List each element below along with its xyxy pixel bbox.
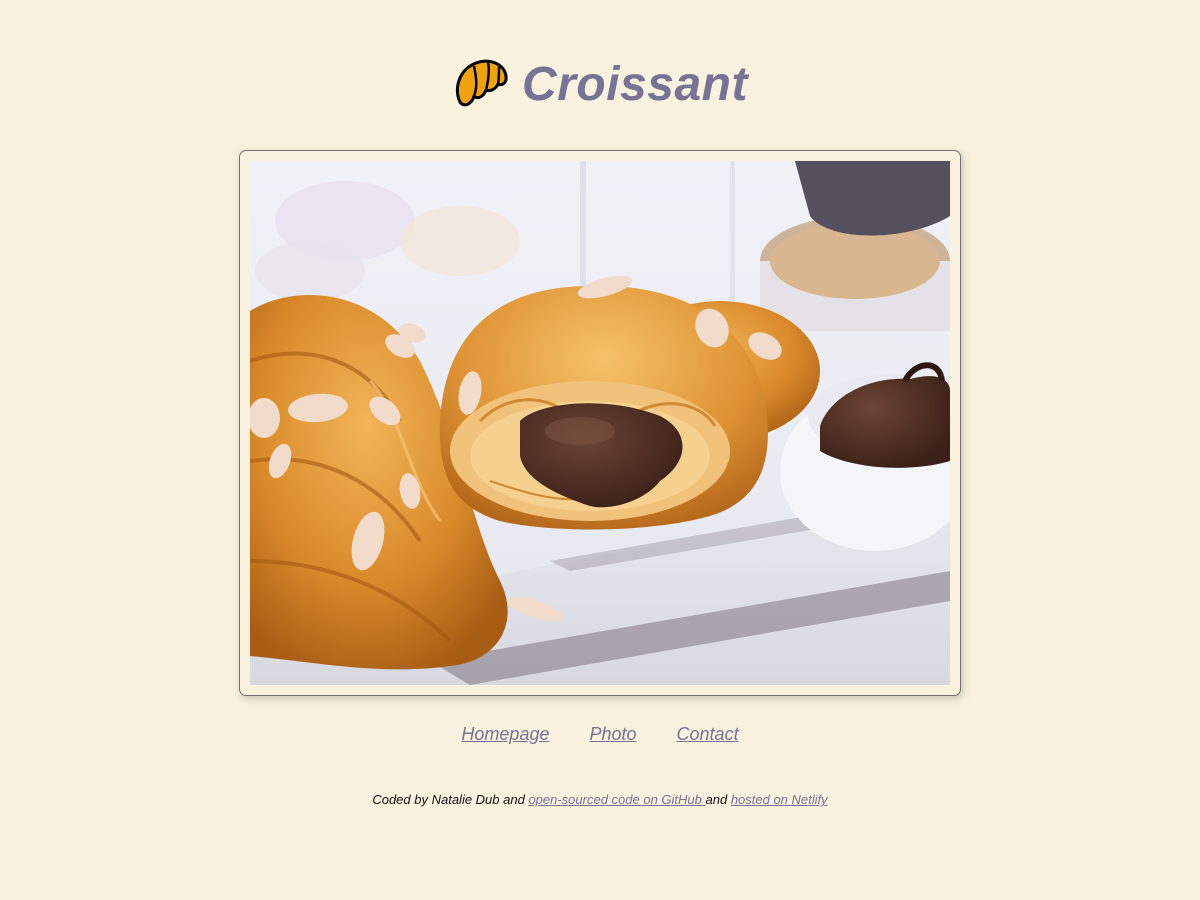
nav-link-contact[interactable]: Contact <box>677 724 739 745</box>
photo-frame <box>239 150 961 696</box>
page-title: Croissant <box>522 58 748 111</box>
footer: Coded by Natalie Dub and open-sourced co… <box>0 792 1200 807</box>
nav-link-homepage[interactable]: Homepage <box>461 724 549 745</box>
footer-conjunction: and <box>705 792 731 807</box>
github-link[interactable]: open-sourced code on GitHub <box>528 792 705 807</box>
croissant-photo <box>250 161 950 685</box>
main-nav: Homepage Photo Contact <box>0 724 1200 745</box>
netlify-link[interactable]: hosted on Netlify <box>731 792 828 807</box>
nav-link-photo[interactable]: Photo <box>589 724 636 745</box>
croissant-icon <box>455 59 508 107</box>
footer-credit: Coded by Natalie Dub and <box>372 792 529 807</box>
site-header: Croissant <box>0 56 1200 114</box>
